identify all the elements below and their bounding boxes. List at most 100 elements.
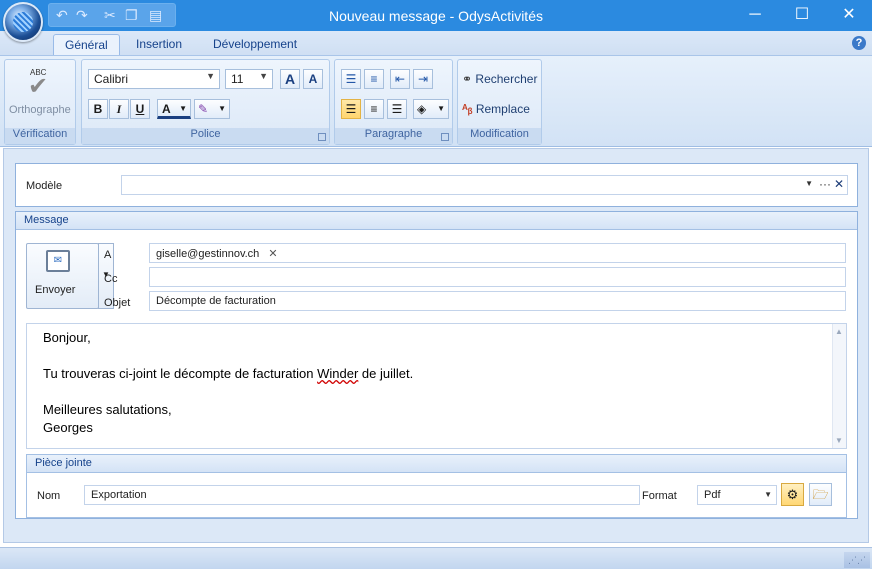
tab-insertion[interactable]: Insertion (125, 34, 193, 56)
gear-icon: ⚙ (786, 487, 799, 502)
bold-button[interactable]: B (88, 99, 108, 119)
send-button[interactable]: ✉ Envoyer (26, 243, 99, 309)
font-size-select[interactable]: 11 ▼ (225, 69, 273, 89)
format-select[interactable]: Pdf ▼ (697, 485, 777, 505)
group-label-verification: Vérification (5, 128, 75, 144)
message-header: Message (16, 212, 857, 230)
font-color-button[interactable]: A ▼ (157, 99, 191, 119)
send-label: Envoyer (35, 284, 76, 296)
clear-icon[interactable]: ✕ (834, 177, 844, 191)
chevron-down-icon[interactable]: ▼ (805, 179, 813, 188)
font-size-value: 11 (231, 72, 244, 86)
tab-developpement[interactable]: Développement (202, 34, 308, 56)
chevron-down-icon: ▼ (206, 71, 215, 81)
attachment-name-label: Nom (37, 490, 61, 502)
body-line-main: Tu trouveras ci-joint le décompte de fac… (43, 366, 413, 381)
chevron-down-icon: ▼ (764, 490, 772, 499)
format-value: Pdf (704, 489, 721, 501)
replace-label: Remplace (475, 102, 530, 116)
ribbon-tab-row: Général Insertion Développement ? (0, 31, 872, 56)
shrink-font-button[interactable]: A (303, 69, 323, 89)
more-button[interactable]: ··· (819, 177, 831, 191)
bullets-button[interactable]: ☰ (341, 69, 361, 89)
quick-access-toolbar: ↶ ↷ ✂ ❐ ▤ (48, 3, 176, 27)
status-bar: ⋰⋰ (0, 547, 872, 569)
cc-field[interactable] (149, 267, 846, 287)
body-main-text-end: de juillet. (358, 366, 414, 381)
italic-icon: I (116, 102, 122, 116)
align-right-button[interactable]: ☰ (387, 99, 407, 119)
cc-label: Cc (104, 273, 118, 285)
dialog-launcher-icon[interactable] (441, 133, 449, 141)
close-button[interactable]: ✕ (829, 4, 869, 26)
recipient-email: giselle@gestinnov.ch (156, 248, 260, 260)
align-center-button[interactable]: ≡ (364, 99, 384, 119)
paste-icon[interactable]: ▤ (149, 7, 162, 24)
cut-icon[interactable]: ✂ (104, 7, 116, 24)
format-label: Format (642, 490, 677, 502)
font-family-value: Calibri (94, 72, 129, 86)
scroll-up-icon[interactable]: ▲ (835, 327, 843, 336)
attachment-name-value: Exportation (91, 489, 147, 501)
modele-panel: Modèle ▼ ··· ✕ (15, 163, 858, 207)
body-main-text-start: Tu trouveras ci-joint le décompte de fac… (43, 366, 318, 381)
message-panel: Message ✉ Envoyer ▼ A giselle@gestinnov.… (15, 211, 858, 519)
chevron-down-icon: ▼ (259, 71, 268, 81)
replace-icon: ᴬᵦ (462, 102, 473, 116)
ribbon: ABC ✔ Orthographe Vérification Calibri ▼… (0, 55, 872, 147)
body-line-signature: Georges (43, 420, 93, 435)
maximize-button[interactable]: ☐ (782, 4, 822, 26)
modele-input[interactable]: ▼ ··· ✕ (121, 175, 848, 195)
increase-indent-button[interactable]: ⇥ (413, 69, 433, 89)
title-bar: Nouveau message - OdysActivités ↶ ↷ ✂ ❐ … (0, 0, 872, 31)
group-label-modification: Modification (458, 128, 541, 144)
align-left-button[interactable]: ☰ (341, 99, 361, 119)
message-body-editor[interactable]: Bonjour, Tu trouveras ci-joint le décomp… (26, 323, 847, 449)
resize-grip-icon[interactable]: ⋰⋰ (844, 552, 870, 568)
body-line-closing: Meilleures salutations, (43, 402, 172, 417)
highlight-button[interactable]: ✎ ▼ (194, 99, 230, 119)
find-button[interactable]: ⚭ Rechercher (462, 72, 537, 86)
fill-color-button[interactable]: ◈ ▼ (413, 99, 449, 119)
copy-icon[interactable]: ❐ (125, 7, 138, 24)
modele-label: Modèle (26, 180, 63, 192)
italic-button[interactable]: I (109, 99, 129, 119)
body-line-greeting: Bonjour, (43, 330, 91, 345)
chevron-down-icon: ▼ (437, 104, 445, 113)
misspelled-word[interactable]: Winder (317, 366, 358, 381)
chevron-down-icon: ▼ (179, 104, 187, 113)
grow-font-button[interactable]: A (280, 69, 300, 89)
to-label: A (104, 249, 112, 261)
remove-recipient-icon[interactable]: ✕ (268, 248, 277, 260)
body-scrollbar[interactable]: ▲ ▼ (832, 324, 846, 448)
tab-general[interactable]: Général (53, 34, 120, 56)
grow-font-icon: A (284, 71, 296, 87)
underline-button[interactable]: U (130, 99, 150, 119)
dialog-launcher-icon[interactable] (318, 133, 326, 141)
decrease-indent-button[interactable]: ⇤ (390, 69, 410, 89)
group-paragraphe: ☰ ≡ ⇤ ⇥ ☰ ≡ ☰ ◈ ▼ Paragraphe (334, 59, 453, 145)
replace-button[interactable]: ᴬᵦ Remplace (462, 102, 530, 116)
open-folder-button[interactable]: 🗁 (809, 483, 832, 506)
group-verification: ABC ✔ Orthographe Vérification (4, 59, 76, 145)
help-icon[interactable]: ? (852, 36, 866, 50)
numbering-button[interactable]: ≡ (364, 69, 384, 89)
subject-field[interactable]: Décompte de facturation (149, 291, 846, 311)
redo-icon[interactable]: ↷ (76, 7, 88, 24)
font-family-select[interactable]: Calibri ▼ (88, 69, 220, 89)
attachment-name-input[interactable]: Exportation (84, 485, 640, 505)
to-field[interactable]: giselle@gestinnov.ch ✕ (149, 243, 846, 263)
shrink-font-icon: A (308, 72, 318, 86)
export-settings-button[interactable]: ⚙ (781, 483, 804, 506)
scroll-down-icon[interactable]: ▼ (835, 436, 843, 445)
font-color-icon: A (162, 102, 171, 116)
undo-icon[interactable]: ↶ (56, 7, 68, 24)
spellcheck-button[interactable]: ABC ✔ Orthographe (7, 64, 73, 124)
minimize-button[interactable]: ─ (735, 4, 775, 26)
group-label-paragraphe: Paragraphe (335, 128, 452, 144)
attachment-section: Pièce jointe Nom Exportation Format Pdf … (26, 454, 847, 518)
folder-open-icon: 🗁 (812, 487, 829, 502)
app-menu-button[interactable] (3, 2, 43, 42)
bold-icon: B (93, 102, 103, 116)
attachment-header: Pièce jointe (27, 455, 846, 473)
